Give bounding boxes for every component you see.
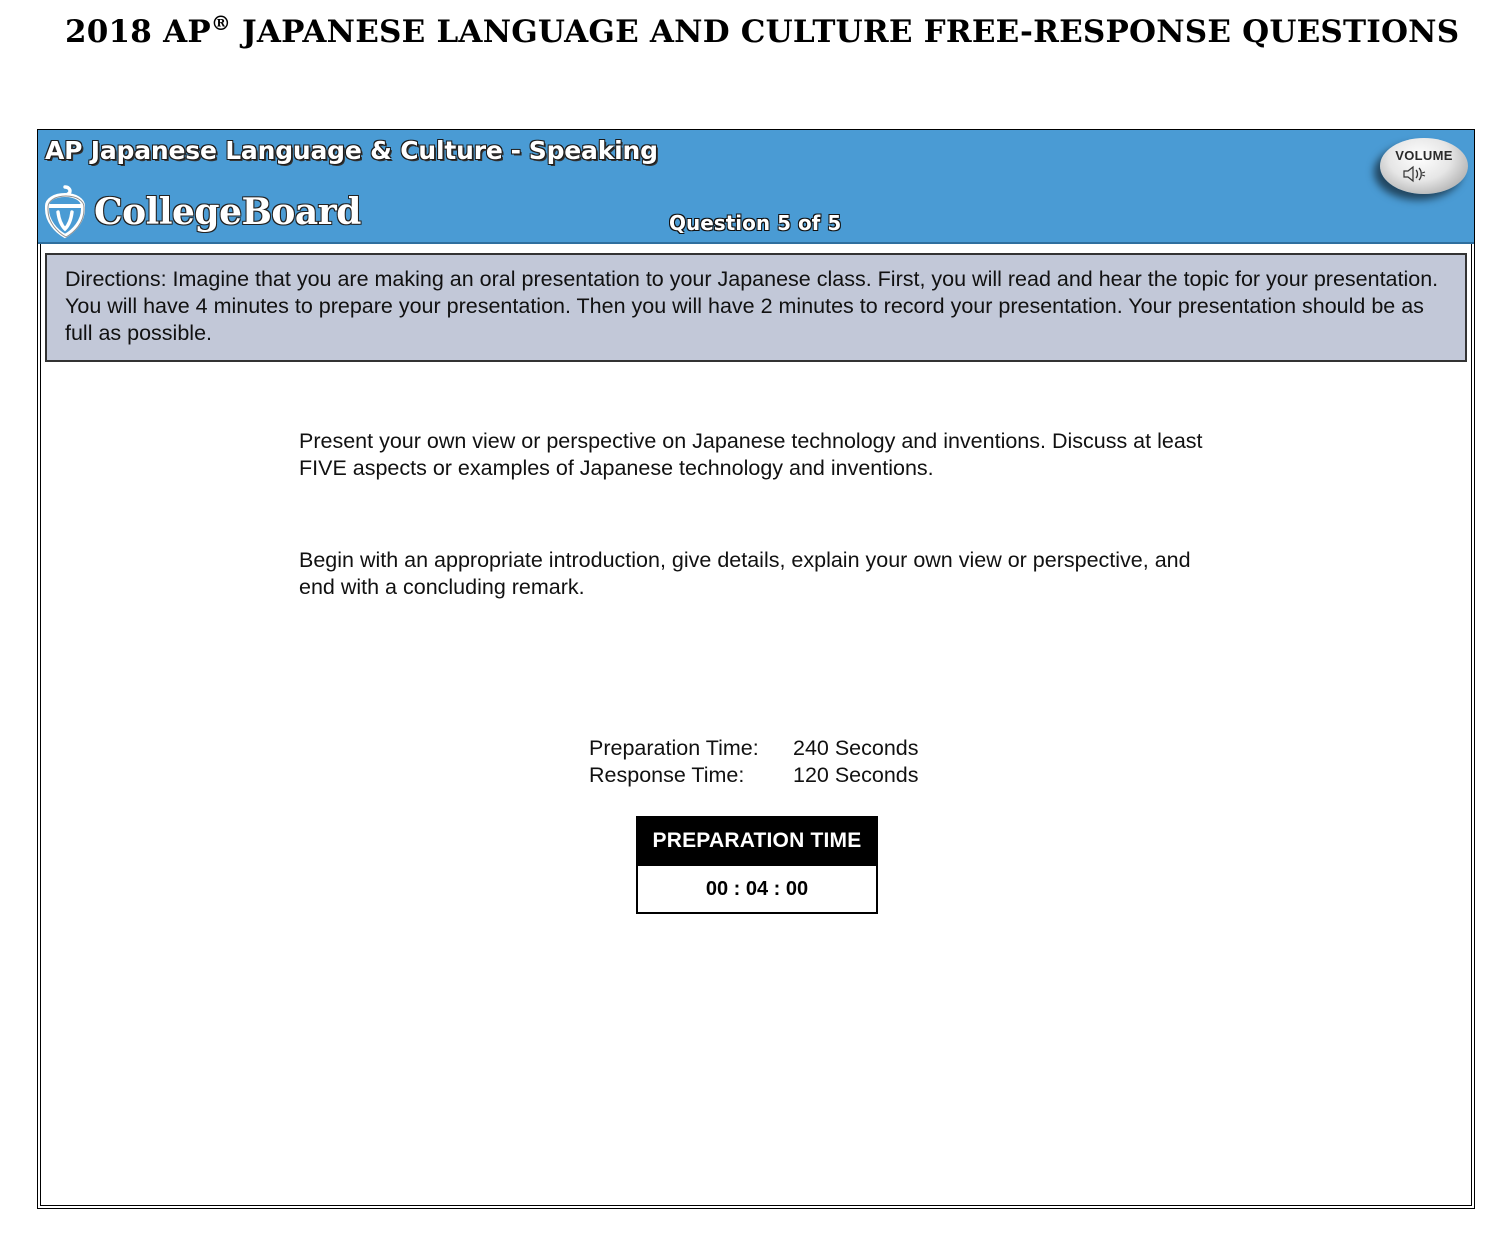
content-frame xyxy=(40,244,1472,1206)
prompt-paragraph-2: Begin with an appropriate introduction, … xyxy=(299,548,1191,599)
response-time-label: Response Time: xyxy=(589,763,745,787)
preparation-timer-clock: 00 : 04 : 00 xyxy=(638,866,876,912)
preparation-time-label: Preparation Time: xyxy=(589,736,759,760)
preparation-time-value: 240 Seconds xyxy=(793,736,919,760)
volume-button[interactable]: VOLUME xyxy=(1380,138,1468,194)
speaker-icon xyxy=(1402,164,1426,184)
document-title-prefix: 2018 AP xyxy=(65,14,211,50)
preparation-time-row: Preparation Time: 240 Seconds xyxy=(589,735,919,762)
exam-window: AP Japanese Language & Culture - Speaking … xyxy=(37,129,1475,1209)
preparation-timer-header: PREPARATION TIME xyxy=(638,818,876,866)
directions-panel: Directions: Imagine that you are making … xyxy=(45,253,1467,362)
response-time-row: Response Time: 120 Seconds xyxy=(589,762,919,789)
acorn-icon xyxy=(44,185,86,239)
logo-wordmark: CollegeBoard xyxy=(94,191,361,233)
question-counter: Question 5 of 5 xyxy=(669,211,842,235)
document-title-suffix: JAPANESE LANGUAGE AND CULTURE FREE-RESPO… xyxy=(231,14,1460,50)
timing-info: Preparation Time: 240 Seconds Response T… xyxy=(589,735,919,789)
course-name: AP Japanese Language & Culture xyxy=(45,136,503,165)
title-separator: - xyxy=(510,136,521,165)
registered-mark: ® xyxy=(210,11,232,35)
course-title: AP Japanese Language & Culture - Speaking xyxy=(45,136,658,165)
prompt-paragraph-1: Present your own view or perspective on … xyxy=(299,429,1203,480)
document-title: 2018 AP® JAPANESE LANGUAGE AND CULTURE F… xyxy=(65,11,1460,50)
response-time-value: 120 Seconds xyxy=(793,763,919,787)
preparation-timer: PREPARATION TIME 00 : 04 : 00 xyxy=(636,816,878,914)
collegeboard-logo: CollegeBoard xyxy=(44,184,361,240)
exam-header-banner: AP Japanese Language & Culture - Speaking … xyxy=(38,130,1474,244)
volume-label: VOLUME xyxy=(1395,148,1453,163)
section-name: Speaking xyxy=(528,136,658,165)
